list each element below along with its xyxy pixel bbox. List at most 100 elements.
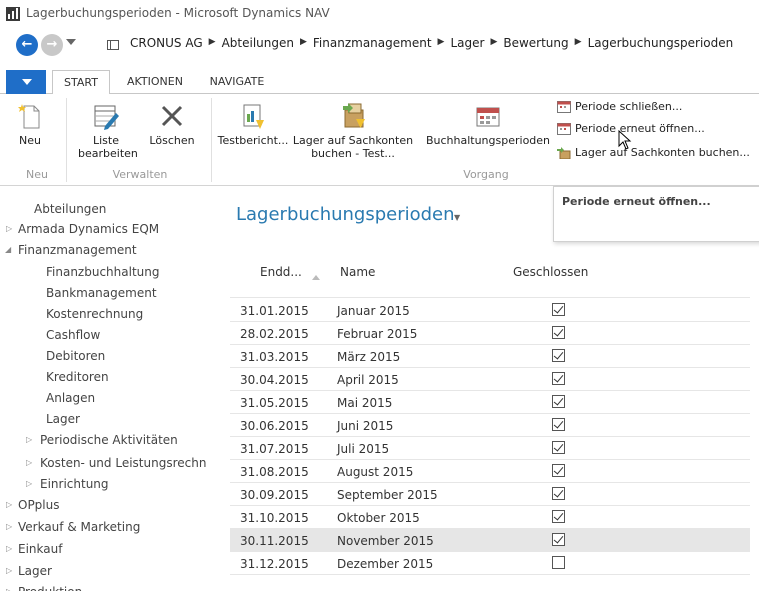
- breadcrumb-item[interactable]: Finanzmanagement: [313, 36, 432, 50]
- nav-item-verkauf-marketing[interactable]: Verkauf & Marketing: [18, 517, 140, 537]
- cell-end-date: 31.10.2015: [240, 511, 309, 525]
- nav-item-lager-finance[interactable]: Lager: [46, 409, 80, 429]
- table-row[interactable]: 31.10.2015 Oktober 2015: [230, 506, 750, 529]
- breadcrumb-item[interactable]: CRONUS AG: [130, 36, 203, 50]
- column-header-name[interactable]: Name: [340, 265, 375, 279]
- title-dropdown-icon[interactable]: ▼: [454, 213, 460, 222]
- collapse-arrow-icon[interactable]: ◢: [5, 245, 11, 254]
- history-dropdown-icon[interactable]: [66, 39, 76, 45]
- chevron-right-icon[interactable]: ▶: [438, 37, 445, 51]
- nav-item-abteilungen[interactable]: Abteilungen: [34, 199, 106, 219]
- chevron-right-icon[interactable]: ▶: [575, 37, 582, 51]
- nav-item-kostenrechnung[interactable]: Kostenrechnung: [46, 304, 143, 324]
- table-row[interactable]: 31.07.2015 Juli 2015: [230, 437, 750, 460]
- closed-checkbox[interactable]: [552, 372, 565, 385]
- breadcrumb-item[interactable]: Abteilungen: [222, 36, 294, 50]
- accounting-periods-button[interactable]: Buchhaltungsperioden: [422, 102, 554, 147]
- cell-name: April 2015: [337, 373, 399, 387]
- closed-checkbox[interactable]: [552, 441, 565, 454]
- nav-item-bankmanagement[interactable]: Bankmanagement: [46, 283, 157, 303]
- table-row[interactable]: 30.04.2015 April 2015: [230, 368, 750, 391]
- calendar-reopen-icon: [557, 123, 571, 135]
- column-header-closed[interactable]: Geschlossen: [513, 265, 588, 279]
- chevron-right-icon[interactable]: ▶: [300, 37, 307, 51]
- expand-arrow-icon[interactable]: ▷: [6, 587, 12, 591]
- table-row[interactable]: 30.11.2015 November 2015: [230, 529, 750, 552]
- nav-item-kosten-leistungsrechnung[interactable]: Kosten- und Leistungsrechn: [40, 453, 206, 473]
- column-header-date[interactable]: Endd...: [260, 265, 302, 279]
- nav-item-finanzbuchhaltung[interactable]: Finanzbuchhaltung: [46, 262, 159, 282]
- nav-item-armada[interactable]: Armada Dynamics EQM: [18, 219, 159, 239]
- edit-list-button[interactable]: Liste bearbeiten: [78, 102, 138, 160]
- nav-item-einrichtung[interactable]: Einrichtung: [40, 474, 109, 494]
- cell-name: Dezember 2015: [337, 557, 434, 571]
- closed-checkbox[interactable]: [552, 464, 565, 477]
- chevron-right-icon[interactable]: ▶: [490, 37, 497, 51]
- back-arrow-icon[interactable]: ←: [16, 34, 38, 56]
- nav-item-produktion[interactable]: Produktion: [18, 582, 82, 591]
- expand-arrow-icon[interactable]: ▷: [26, 479, 32, 488]
- tab-start[interactable]: START: [52, 70, 110, 95]
- table-row[interactable]: 28.02.2015 Februar 2015: [230, 322, 750, 345]
- delete-button[interactable]: Löschen: [146, 102, 198, 147]
- nav-item-cashflow[interactable]: Cashflow: [46, 325, 100, 345]
- nav-item-finanzmanagement[interactable]: Finanzmanagement: [18, 240, 137, 260]
- test-report-button[interactable]: Testbericht...: [216, 102, 290, 147]
- table-row[interactable]: 31.08.2015 August 2015: [230, 460, 750, 483]
- delete-button-label: Löschen: [149, 134, 195, 147]
- chevron-right-icon[interactable]: ▶: [209, 37, 216, 51]
- closed-checkbox[interactable]: [552, 303, 565, 316]
- closed-checkbox[interactable]: [552, 326, 565, 339]
- new-document-icon: [16, 102, 44, 130]
- expand-arrow-icon[interactable]: ▷: [6, 522, 12, 531]
- expand-arrow-icon[interactable]: ▷: [6, 544, 12, 553]
- nav-item-anlagen[interactable]: Anlagen: [46, 388, 95, 408]
- closed-checkbox[interactable]: [552, 349, 565, 362]
- cell-end-date: 31.12.2015: [240, 557, 309, 571]
- table-row[interactable]: 30.09.2015 September 2015: [230, 483, 750, 506]
- breadcrumb-item[interactable]: Lagerbuchungsperioden: [588, 36, 734, 50]
- expand-arrow-icon[interactable]: ▷: [26, 435, 32, 444]
- nav-item-periodische-aktivitaeten[interactable]: Periodische Aktivitäten: [40, 430, 178, 450]
- table-row[interactable]: 31.05.2015 Mai 2015: [230, 391, 750, 414]
- cell-name: August 2015: [337, 465, 414, 479]
- table-row[interactable]: 31.03.2015 März 2015: [230, 345, 750, 368]
- closed-checkbox[interactable]: [552, 395, 565, 408]
- nav-item-einkauf[interactable]: Einkauf: [18, 539, 62, 559]
- table-row[interactable]: 30.06.2015 Juni 2015: [230, 414, 750, 437]
- nav-item-lager[interactable]: Lager: [18, 561, 52, 581]
- closed-checkbox[interactable]: [552, 487, 565, 500]
- tab-navigate[interactable]: NAVIGATE: [200, 70, 274, 95]
- table-row[interactable]: 31.01.2015 Januar 2015: [230, 299, 750, 322]
- expand-arrow-icon[interactable]: ▷: [26, 458, 32, 467]
- window-icon: [107, 40, 119, 50]
- nav-item-kreditoren[interactable]: Kreditoren: [46, 367, 109, 387]
- closed-checkbox[interactable]: [552, 556, 565, 569]
- table-row[interactable]: 31.12.2015 Dezember 2015: [230, 552, 750, 575]
- tab-aktionen[interactable]: AKTIONEN: [116, 70, 194, 95]
- closed-checkbox[interactable]: [552, 533, 565, 546]
- post-inventory-button[interactable]: Lager auf Sachkonten buchen...: [557, 144, 750, 162]
- forward-arrow-icon[interactable]: →: [41, 34, 63, 56]
- sort-ascending-icon[interactable]: [312, 275, 320, 280]
- close-period-button[interactable]: Periode schließen...: [557, 98, 682, 116]
- expand-arrow-icon[interactable]: ▷: [6, 500, 12, 509]
- edit-list-button-label: Liste bearbeiten: [78, 134, 138, 160]
- closed-checkbox[interactable]: [552, 510, 565, 523]
- breadcrumb-item[interactable]: Bewertung: [503, 36, 568, 50]
- post-inventory-test-button[interactable]: Lager auf Sachkonten buchen - Test...: [290, 102, 416, 160]
- nav-item-opplus[interactable]: OPplus: [18, 495, 60, 515]
- cell-name: Mai 2015: [337, 396, 393, 410]
- title-bar: Lagerbuchungsperioden - Microsoft Dynami…: [0, 0, 759, 28]
- application-menu-button[interactable]: [6, 70, 46, 94]
- calendar-close-icon: [557, 101, 571, 113]
- close-period-label: Periode schließen...: [575, 100, 683, 113]
- closed-checkbox[interactable]: [552, 418, 565, 431]
- new-button[interactable]: Neu: [10, 102, 50, 147]
- expand-arrow-icon[interactable]: ▷: [6, 566, 12, 575]
- cell-end-date: 31.01.2015: [240, 304, 309, 318]
- cell-name: Juli 2015: [337, 442, 390, 456]
- nav-item-debitoren[interactable]: Debitoren: [46, 346, 105, 366]
- breadcrumb-item[interactable]: Lager: [450, 36, 484, 50]
- expand-arrow-icon[interactable]: ▷: [6, 224, 12, 233]
